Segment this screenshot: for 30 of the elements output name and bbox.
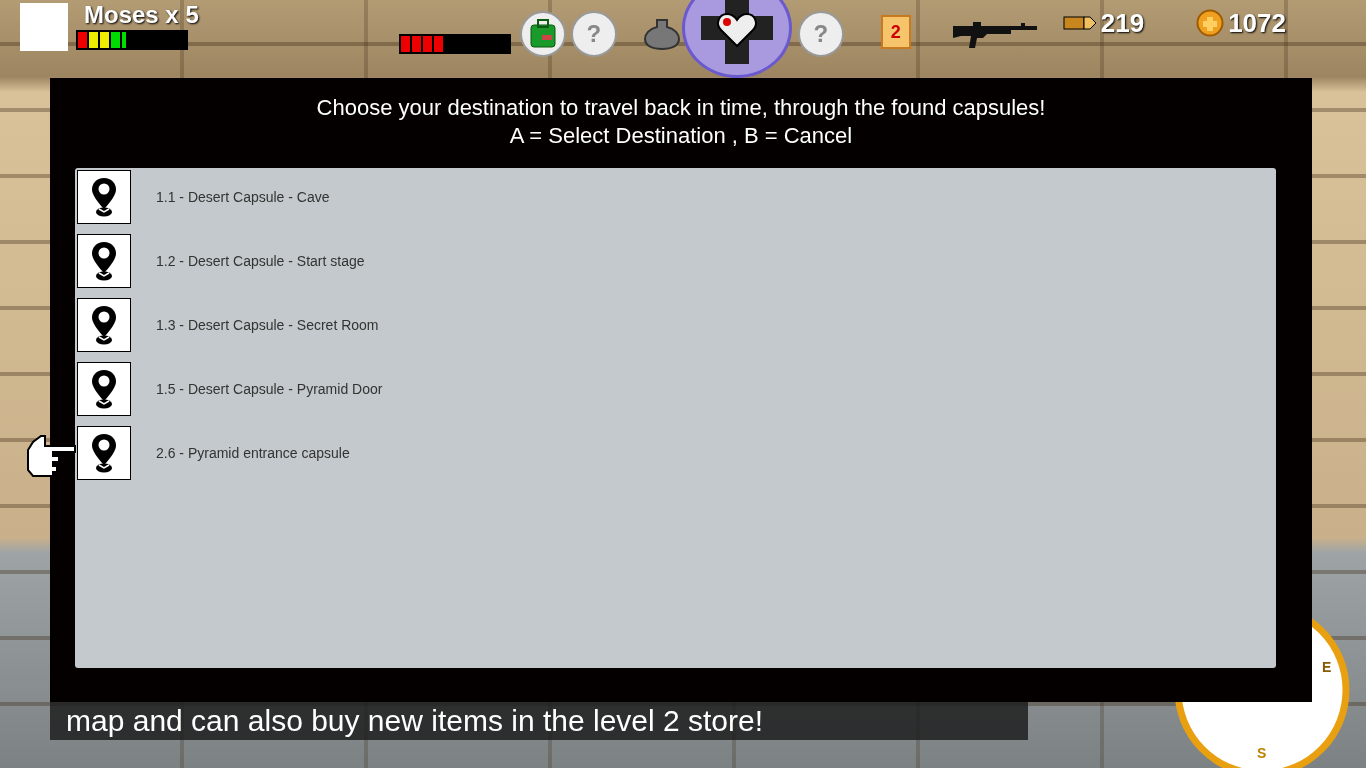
destination-marker[interactable]: [77, 234, 131, 288]
instruction-text: Choose your destination to travel back in time, through the found capsules!: [316, 94, 1046, 122]
destination-marker[interactable]: [77, 426, 131, 480]
destination-label[interactable]: 2.6 - Pyramid entrance capsule: [156, 445, 350, 461]
instruction-text: A = Select Destination , B = Cancel: [509, 122, 853, 150]
map-pin-icon: [89, 176, 119, 218]
map-pin-icon: [89, 240, 119, 282]
coin-icon: [1196, 9, 1225, 37]
player-name: Moses x 5: [84, 0, 199, 30]
destination-label[interactable]: 1.1 - Desert Capsule - Cave: [156, 189, 330, 205]
flask-icon: [641, 18, 682, 50]
destination-label[interactable]: 1.5 - Desert Capsule - Pyramid Door: [156, 381, 383, 397]
subtitle-text: map and can also buy new items in the level 2 store!: [50, 702, 1028, 740]
backpack-icon: [527, 19, 558, 49]
map-pin-icon: [89, 432, 119, 474]
player-avatar: [20, 3, 68, 51]
compass-south-label: S: [1257, 745, 1267, 761]
destination-label[interactable]: 1.2 - Desert Capsule - Start stage: [156, 253, 365, 269]
bullet-icon: [1062, 15, 1097, 31]
ammo-count: 219: [1100, 7, 1145, 40]
scroll-counter: 2: [880, 15, 911, 49]
compass-east-label: E: [1322, 659, 1332, 675]
coin-count: 1072: [1228, 7, 1286, 40]
backpack-button[interactable]: [519, 11, 566, 57]
destination-label[interactable]: 1.3 - Desert Capsule - Secret Room: [156, 317, 379, 333]
destination-marker[interactable]: [77, 170, 131, 224]
map-pin-icon: [89, 368, 119, 410]
destination-marker[interactable]: [77, 298, 131, 352]
destination-marker[interactable]: [77, 362, 131, 416]
map-pin-icon: [89, 304, 119, 346]
